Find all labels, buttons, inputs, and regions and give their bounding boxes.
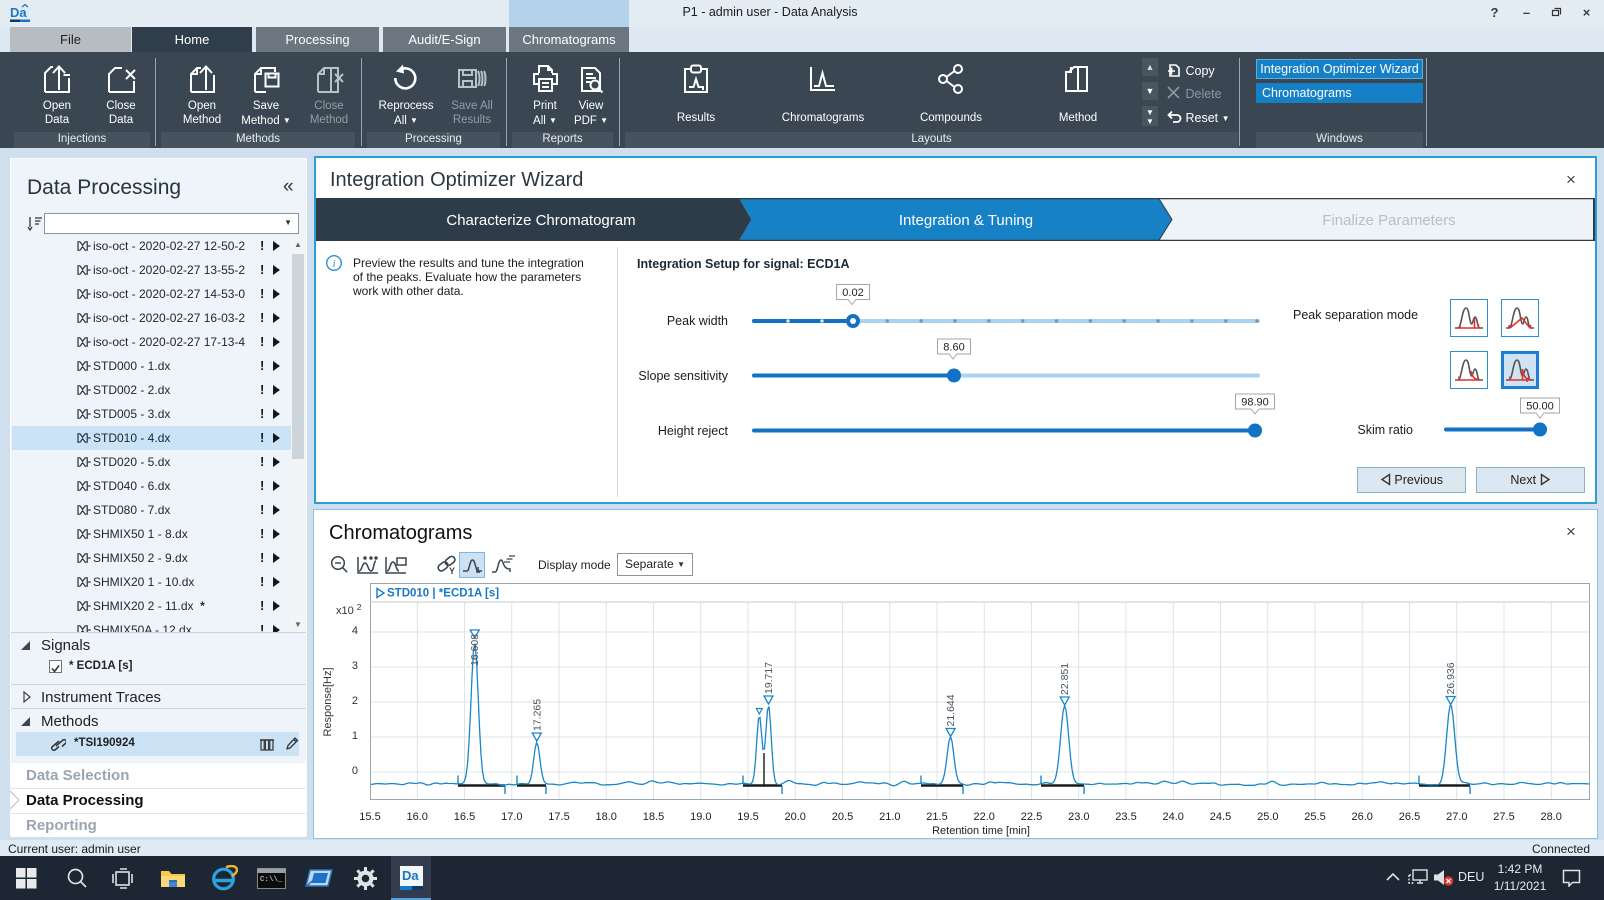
svg-text:Y: Y [449,566,455,576]
svg-text:Da: Da [402,868,419,883]
svg-text:i: i [332,258,335,270]
svg-text:Da: Da [10,5,27,20]
svg-text:Integration & Tuning: Integration & Tuning [899,212,1033,229]
svg-text:98.90: 98.90 [1241,397,1269,409]
svg-text:17.265: 17.265 [531,699,543,731]
svg-text:50.00: 50.00 [1526,401,1554,413]
svg-text:16.608: 16.608 [469,634,481,666]
svg-text:8.60: 8.60 [943,342,964,354]
svg-text:19.717: 19.717 [763,662,775,694]
svg-text:0.02: 0.02 [842,287,863,299]
svg-text:Characterize Chromatogram: Characterize Chromatogram [446,212,635,229]
svg-text:22.851: 22.851 [1059,663,1071,695]
svg-text:STD010 | *ECD1A [s]: STD010 | *ECD1A [s] [387,588,499,600]
svg-text:21.644: 21.644 [945,694,957,726]
svg-text:C:\\_: C:\\_ [260,876,283,884]
svg-text:Finalize Parameters: Finalize Parameters [1322,212,1455,229]
svg-text:26.936: 26.936 [1445,662,1457,694]
